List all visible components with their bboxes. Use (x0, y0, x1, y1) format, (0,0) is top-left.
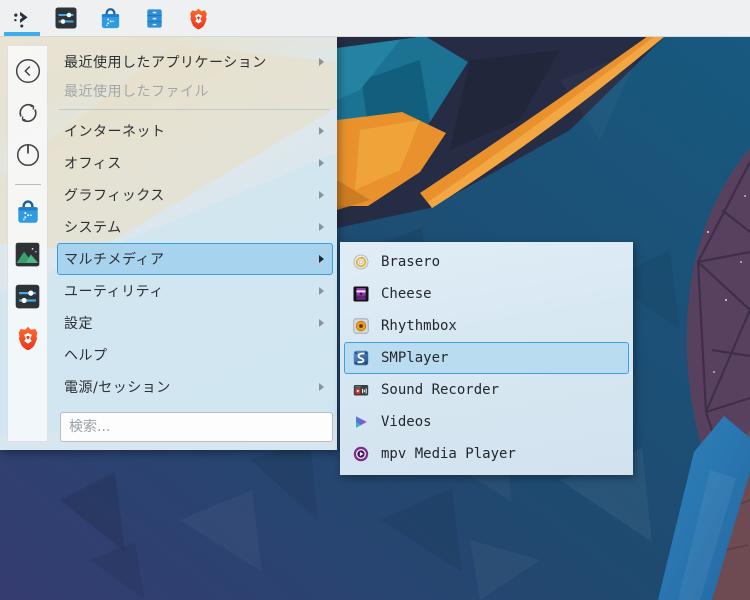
taskbar-discover[interactable] (88, 0, 132, 36)
mpv-player-icon (353, 446, 369, 462)
submenu-item-brasero[interactable]: Brasero (344, 246, 629, 278)
menu-item-label: 最近使用したファイル (64, 84, 209, 100)
menu-item-system[interactable]: システム (57, 211, 333, 243)
menu-item-label: オフィス (64, 156, 122, 172)
audio-sliders-app-icon (15, 284, 40, 308)
submenu-caret-icon (319, 191, 324, 199)
submenu-item-smplayer[interactable]: SMPlayer (344, 342, 629, 374)
menu-item-settings[interactable]: 設定 (57, 307, 333, 339)
submenu-caret-icon (319, 159, 324, 167)
menu-item-label: マルチメディア (64, 252, 165, 268)
menu-item-internet[interactable]: インターネット (57, 115, 333, 147)
menu-item-graphics[interactable]: グラフィックス (57, 179, 333, 211)
submenu-caret-icon (319, 58, 324, 66)
sidebar-divider (14, 184, 41, 185)
submenu-caret-icon (319, 127, 324, 135)
menu-item-utilities[interactable]: ユーティリティ (57, 275, 333, 307)
submenu-caret-icon (319, 383, 324, 391)
submenu-caret-icon (319, 319, 324, 327)
menu-item-label: 設定 (64, 316, 93, 332)
discover-store-icon (101, 7, 119, 28)
submenu-item-label: Cheese (381, 286, 432, 302)
image-viewer-icon (15, 242, 40, 266)
menu-item-office[interactable]: オフィス (57, 147, 333, 179)
menu-item-label: 最近使用したアプリケーション (64, 55, 267, 71)
menu-item-label: ヘルプ (64, 348, 108, 364)
submenu-item-label: SMPlayer (381, 350, 449, 366)
cheese-webcam-icon (353, 286, 369, 302)
taskbar-brave[interactable] (176, 0, 220, 36)
taskbar-file-cabinet-app[interactable] (132, 0, 176, 36)
submenu-caret-icon (319, 287, 324, 295)
sidebar-image-viewer-shortcut[interactable] (13, 239, 43, 269)
menu-item-power-session[interactable]: 電源/セッション (57, 371, 333, 403)
sidebar-back-button[interactable] (13, 56, 43, 86)
submenu-item-label: Rhythmbox (381, 318, 457, 334)
power-icon (16, 143, 39, 167)
sidebar-power-button[interactable] (13, 140, 43, 170)
taskbar (0, 0, 750, 37)
rhythmbox-icon (353, 318, 369, 334)
menu-sidebar (7, 45, 48, 442)
menu-item-label: ユーティリティ (64, 284, 164, 300)
submenu-item-mpv[interactable]: mpv Media Player (344, 438, 629, 470)
sidebar-refresh-button[interactable] (13, 98, 43, 128)
refresh-icon (18, 103, 37, 123)
back-icon (15, 58, 40, 84)
menu-item-recent-apps[interactable]: 最近使用したアプリケーション (57, 46, 333, 78)
application-menu-panel: 最近使用したアプリケーション 最近使用したファイル インターネット オフィス グ… (0, 37, 337, 450)
taskbar-app-launcher[interactable] (0, 0, 44, 36)
submenu-item-cheese[interactable]: Cheese (344, 278, 629, 310)
submenu-caret-icon (319, 255, 324, 263)
submenu-item-rhythmbox[interactable]: Rhythmbox (344, 310, 629, 342)
brave-browser-icon (18, 326, 37, 351)
menu-item-label: 電源/セッション (64, 380, 171, 396)
submenu-item-sound-recorder[interactable]: Sound Recorder (344, 374, 629, 406)
menu-item-help[interactable]: ヘルプ (57, 339, 333, 371)
application-launcher-icon (14, 11, 28, 28)
sidebar-audio-sliders-shortcut[interactable] (13, 281, 43, 311)
search-input[interactable] (60, 412, 333, 442)
submenu-item-label: Sound Recorder (381, 382, 500, 398)
smplayer-icon (353, 350, 369, 366)
videos-player-icon (353, 414, 369, 430)
menu-item-label: インターネット (64, 124, 166, 140)
menu-item-label: グラフィックス (64, 188, 165, 204)
menu-item-list: 最近使用したアプリケーション 最近使用したファイル インターネット オフィス グ… (57, 46, 333, 444)
discover-store-icon (17, 200, 38, 223)
audio-sliders-app-icon (55, 7, 77, 29)
submenu-item-label: Videos (381, 414, 432, 430)
brave-browser-icon (189, 8, 207, 29)
file-cabinet-app-icon (146, 8, 162, 28)
submenu-caret-icon (319, 223, 324, 231)
menu-item-recent-files: 最近使用したファイル (57, 78, 333, 104)
active-task-underline (4, 32, 40, 36)
menu-divider (59, 109, 329, 110)
multimedia-submenu: Brasero Cheese Rhythmbox SMPlayer Sound … (340, 242, 633, 475)
submenu-item-videos[interactable]: Videos (344, 406, 629, 438)
menu-item-multimedia[interactable]: マルチメディア (57, 243, 333, 275)
sound-recorder-icon (353, 382, 369, 398)
taskbar-audio-sliders-app[interactable] (44, 0, 88, 36)
menu-item-label: システム (64, 220, 122, 236)
sidebar-discover-shortcut[interactable] (13, 197, 43, 227)
sidebar-brave-shortcut[interactable] (13, 323, 43, 353)
brasero-disc-icon (353, 254, 369, 270)
submenu-item-label: Brasero (381, 254, 441, 270)
submenu-item-label: mpv Media Player (381, 446, 516, 462)
